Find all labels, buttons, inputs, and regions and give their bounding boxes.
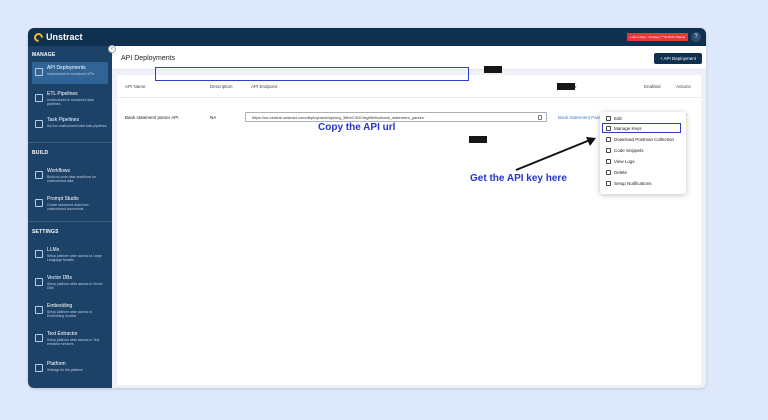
nav-title: Workflows	[47, 168, 70, 174]
nav-title: Text Extractor	[47, 331, 78, 337]
sidebar-item-etl-pipelines[interactable]: ETL Pipelines Unstructured to structured…	[32, 88, 108, 110]
menu-label: Edit	[614, 116, 622, 121]
download-icon	[606, 137, 611, 142]
menu-label: Setup Notifications	[614, 181, 652, 186]
redaction	[469, 136, 487, 143]
logo-icon	[32, 30, 45, 44]
section-title-build: BUILD	[32, 150, 49, 156]
logo: Unstract	[32, 30, 83, 44]
menu-item-code-snippets[interactable]: Code Snippets	[606, 146, 682, 155]
etl-icon	[35, 94, 43, 102]
sidebar-item-text-extractor[interactable]: Text Extractor Setup platform wide acces…	[32, 328, 108, 350]
text-extractor-icon	[35, 334, 43, 342]
nav-desc: Setup platform wide access to Large Lang…	[47, 254, 102, 263]
column-header[interactable]: API Endpoint	[251, 84, 277, 89]
nav-desc: Unstructured to structured APIs	[47, 72, 95, 76]
api-endpoint-text: https://us-central.unstract.com/deployme…	[252, 115, 425, 120]
vector-db-icon	[35, 278, 43, 286]
nav-title: Platform	[47, 361, 66, 367]
sidebar-item-workflows[interactable]: Workflows Build no-code data workflows f…	[32, 165, 108, 187]
redaction	[484, 66, 502, 73]
menu-item-setup-notifications[interactable]: Setup Notifications	[606, 179, 682, 188]
main-content: API Deployments + API Deployment API Nam…	[112, 46, 706, 388]
nav-desc: Ad-hoc unstructured data task pipelines	[47, 124, 107, 128]
nav-desc: Settings for the platform	[47, 368, 83, 372]
sidebar-item-llms[interactable]: LLMs Setup platform wide access to Large…	[32, 244, 108, 266]
edit-icon	[606, 116, 611, 121]
menu-label: Code Snippets	[614, 148, 644, 153]
nav-desc: Create structured data from unstructured…	[47, 203, 89, 212]
nav-desc: Build no-code data workflows for unstruc…	[47, 175, 97, 184]
column-header[interactable]: Description	[210, 84, 233, 89]
nav-title: API Deployments	[47, 65, 86, 71]
nav-title: Embedding	[47, 303, 73, 309]
column-header[interactable]: Actions	[676, 84, 691, 89]
api-icon	[35, 68, 43, 76]
nav-desc: Unstructured to structured data pipeline…	[47, 98, 94, 107]
llm-icon	[35, 250, 43, 258]
divider	[28, 142, 112, 143]
column-header[interactable]: Enabled	[644, 84, 661, 89]
workflow-icon	[35, 171, 43, 179]
menu-item-download-postman[interactable]: Download Postman Collection	[606, 135, 682, 144]
logs-icon	[606, 159, 611, 164]
divider	[28, 221, 112, 222]
description-cell: NA	[210, 115, 217, 120]
annotation-copy-url: Copy the API url	[318, 122, 396, 133]
menu-label: View Logs	[614, 159, 635, 164]
nav-title: Task Pipelines	[47, 117, 79, 123]
sidebar-item-prompt-studio[interactable]: Prompt Studio Create structured data fro…	[32, 193, 108, 215]
api-name-cell: Bank statement parser API	[125, 115, 179, 120]
annotation-arrow-icon	[515, 137, 596, 171]
prompt-icon	[35, 199, 43, 207]
code-icon	[606, 148, 611, 153]
sidebar-item-embedding[interactable]: Embedding Setup platform wide access to …	[32, 300, 108, 322]
platform-icon	[35, 364, 43, 372]
nav-desc: Setup platform wide access to Text extra…	[47, 338, 100, 347]
help-button[interactable]: ?	[691, 32, 701, 42]
menu-item-edit[interactable]: Edit	[606, 114, 682, 123]
nav-title: Vector DBs	[47, 275, 73, 281]
sidebar-item-platform[interactable]: Platform Settings for the platform	[32, 358, 108, 380]
nav-title: LLMs	[47, 247, 60, 253]
sidebar-item-vector-dbs[interactable]: Vector DBs Setup platform wide access to…	[32, 272, 108, 294]
collapse-sidebar-button[interactable]: ‹	[108, 45, 116, 53]
embedding-icon	[35, 306, 43, 314]
page-title: API Deployments	[121, 55, 176, 62]
add-api-deployment-button[interactable]: + API Deployment	[653, 53, 702, 64]
sidebar: MANAGE API Deployments Unstructured to s…	[28, 46, 112, 388]
nav-title: ETL Pipelines	[47, 91, 78, 97]
nav-desc: Setup platform wide access to Vector DBs	[47, 282, 103, 291]
menu-item-view-logs[interactable]: View Logs	[606, 157, 682, 166]
api-endpoint-field[interactable]: https://us-central.unstract.com/deployme…	[245, 112, 547, 122]
nav-title: Prompt Studio	[47, 196, 79, 202]
section-title-manage: MANAGE	[32, 52, 56, 58]
app-name: Unstract	[46, 32, 83, 42]
redaction	[557, 83, 575, 90]
manage-keys-highlight-box	[602, 123, 681, 133]
nav-desc: Setup platform wide access to Embedding …	[47, 310, 93, 319]
menu-label: Delete	[614, 170, 628, 175]
sidebar-item-task-pipelines[interactable]: Task Pipelines Ad-hoc unstructured data …	[32, 114, 108, 136]
task-icon	[35, 120, 43, 128]
column-header[interactable]: API Name	[125, 84, 146, 89]
trial-banner[interactable]: Last 4 days : 14 days | ***$ 25.00 Token…	[627, 33, 688, 41]
menu-item-delete[interactable]: Delete	[606, 168, 682, 177]
endpoint-highlight-box	[155, 67, 469, 81]
copy-icon[interactable]	[538, 115, 542, 120]
top-bar: Unstract Last 4 days : 14 days | ***$ 25…	[28, 28, 706, 46]
menu-label: Download Postman Collection	[614, 137, 675, 142]
trash-icon	[606, 170, 611, 175]
sidebar-item-api-deployments[interactable]: API Deployments Unstructured to structur…	[32, 62, 108, 84]
app-window: Unstract Last 4 days : 14 days | ***$ 25…	[28, 28, 706, 388]
bell-icon	[606, 181, 611, 186]
section-title-settings: SETTINGS	[32, 229, 59, 235]
